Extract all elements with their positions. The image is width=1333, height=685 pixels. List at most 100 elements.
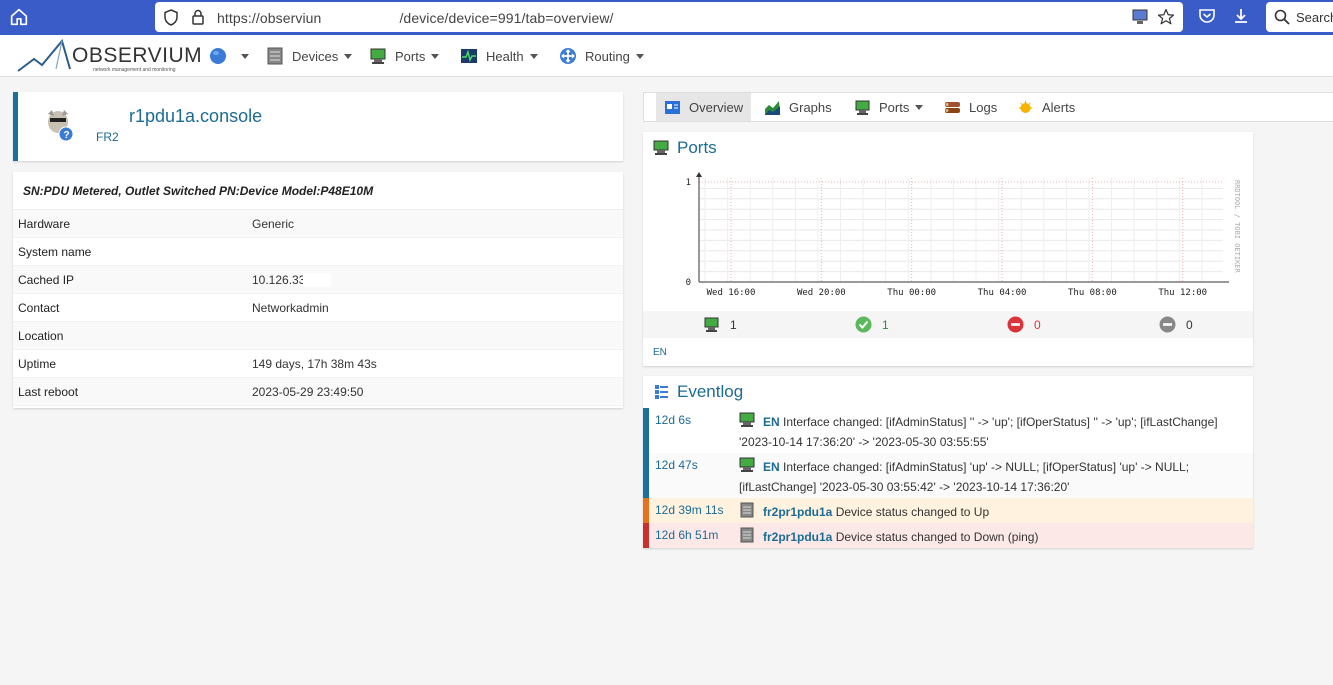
nav-ports-label: Ports bbox=[395, 48, 426, 64]
tab-ports-label: Ports bbox=[879, 99, 910, 115]
routing-icon bbox=[560, 48, 576, 64]
x-tick-label: Thu 00:00 bbox=[887, 288, 936, 298]
ports-down-count: 0 bbox=[1034, 317, 1041, 332]
ports-total-count: 1 bbox=[730, 317, 737, 332]
lock-icon[interactable] bbox=[191, 9, 205, 25]
download-icon[interactable] bbox=[1232, 7, 1250, 25]
event-message: EN Interface changed: [ifAdminStatus] 'u… bbox=[739, 457, 1239, 497]
shield-icon[interactable] bbox=[163, 9, 179, 26]
severity-bar bbox=[643, 523, 649, 548]
device-hostname[interactable]: r1pdu1a.console bbox=[129, 106, 262, 127]
eventlog-title[interactable]: Eventlog bbox=[653, 382, 743, 402]
nav-routing-label: Routing bbox=[585, 48, 630, 64]
device-description: SN:PDU Metered, Outlet Switched PN:Devic… bbox=[13, 172, 623, 210]
event-time: 12d 39m 11s bbox=[655, 503, 724, 517]
event-entity-link[interactable]: EN bbox=[763, 415, 780, 429]
tab-graphs[interactable]: Graphs bbox=[756, 93, 840, 121]
tab-overview[interactable]: Overview bbox=[656, 93, 752, 121]
ports-disabled-stat[interactable]: 0 bbox=[1159, 316, 1193, 333]
device-header: ? r1pdu1a.console FR2 bbox=[13, 92, 623, 161]
x-tick-label: Thu 12:00 bbox=[1158, 288, 1207, 298]
network-port-icon bbox=[370, 48, 386, 64]
x-tick-label: Wed 16:00 bbox=[707, 288, 756, 298]
overview-icon bbox=[665, 100, 680, 114]
info-label: Hardware bbox=[18, 216, 71, 231]
nav-routing-menu[interactable]: Routing bbox=[559, 45, 644, 67]
pocket-icon[interactable] bbox=[1198, 7, 1216, 25]
tab-graphs-label: Graphs bbox=[789, 99, 832, 115]
event-time: 12d 6s bbox=[655, 413, 692, 427]
browser-search-box[interactable]: Search bbox=[1266, 2, 1333, 32]
x-tick-label: Wed 20:00 bbox=[797, 288, 846, 298]
ports-traffic-graph[interactable]: Wed 16:00 Wed 20:00 Thu 00:00 Thu 04:00 Thu … bbox=[643, 166, 1253, 306]
eventlog-row: 12d 6h 51m fr2pr1pdu1a Device status cha… bbox=[643, 523, 1253, 548]
event-message: fr2pr1pdu1a Device status changed to Dow… bbox=[739, 527, 1239, 547]
tab-overview-label: Overview bbox=[689, 99, 744, 115]
info-value: Networkadmin bbox=[252, 300, 329, 315]
url-text: https://observiun/device/device=991/tab=… bbox=[217, 9, 614, 26]
nav-health-label: Health bbox=[486, 48, 524, 64]
tab-alerts-label: Alerts bbox=[1042, 99, 1076, 115]
port-link-en[interactable]: EN bbox=[653, 347, 667, 358]
reader-view-icon[interactable] bbox=[1131, 8, 1149, 26]
nav-ports-menu[interactable]: Ports bbox=[369, 45, 440, 67]
info-row-system-name: System name bbox=[13, 238, 623, 266]
event-message: EN Interface changed: [ifAdminStatus] ''… bbox=[739, 412, 1239, 452]
svg-text:?: ? bbox=[64, 130, 70, 141]
bookmark-star-icon[interactable] bbox=[1157, 8, 1175, 26]
nav-health-menu[interactable]: Health bbox=[460, 45, 538, 67]
search-placeholder: Search bbox=[1296, 10, 1333, 25]
event-text: Device status changed to Down (ping) bbox=[835, 530, 1039, 544]
network-port-icon bbox=[653, 140, 669, 155]
info-label: Uptime bbox=[18, 356, 57, 371]
info-row-last-reboot: Last reboot 2023-05-29 23:49:50 bbox=[13, 378, 623, 406]
event-entity-link[interactable]: fr2pr1pdu1a bbox=[763, 530, 832, 544]
server-icon bbox=[267, 47, 283, 65]
severity-bar bbox=[643, 453, 649, 498]
home-icon[interactable] bbox=[8, 6, 30, 28]
ports-disabled-count: 0 bbox=[1186, 317, 1193, 332]
event-text: Interface changed: [ifAdminStatus] 'up' … bbox=[739, 460, 1190, 494]
ports-panel: Ports Wed 16:00 Wed 20:00 Thu 00:00 Thu 04:… bbox=[643, 132, 1253, 366]
network-port-icon bbox=[855, 100, 870, 115]
network-port-icon bbox=[704, 317, 719, 332]
nav-globe-menu[interactable] bbox=[209, 45, 249, 67]
eventlog-panel: Eventlog 12d 6s EN Interface changed: [i… bbox=[643, 376, 1253, 548]
ports-stats-bar: 1 1 0 0 bbox=[643, 311, 1253, 338]
info-label: System name bbox=[18, 244, 92, 259]
search-icon bbox=[1274, 9, 1290, 25]
info-value: 10.126.33. bbox=[252, 272, 309, 287]
chevron-down-icon bbox=[635, 53, 644, 59]
ports-total-stat[interactable]: 1 bbox=[703, 316, 737, 333]
event-text: Interface changed: [ifAdminStatus] '' ->… bbox=[739, 415, 1218, 449]
eventlog-row: 12d 6s EN Interface changed: [ifAdminSta… bbox=[643, 408, 1253, 453]
ports-up-stat[interactable]: 1 bbox=[855, 316, 889, 333]
device-info-panel: SN:PDU Metered, Outlet Switched PN:Devic… bbox=[13, 172, 623, 408]
event-entity-link[interactable]: fr2pr1pdu1a bbox=[763, 505, 832, 519]
tab-logs[interactable]: Logs bbox=[936, 93, 1005, 121]
minus-circle-gray-icon bbox=[1159, 316, 1176, 333]
ports-down-stat[interactable]: 0 bbox=[1007, 316, 1041, 333]
event-entity-link[interactable]: EN bbox=[763, 460, 780, 474]
browser-toolbar: https://observiun/device/device=991/tab=… bbox=[0, 0, 1333, 35]
ports-panel-title[interactable]: Ports bbox=[653, 138, 717, 158]
chevron-down-icon bbox=[431, 53, 440, 59]
severity-bar bbox=[643, 408, 649, 453]
logo-text: OBSERVIUM bbox=[72, 44, 203, 67]
nav-devices-menu[interactable]: Devices bbox=[266, 45, 353, 67]
device-location[interactable]: FR2 bbox=[96, 130, 119, 144]
nav-devices-label: Devices bbox=[292, 48, 339, 64]
eventlog-title-text: Eventlog bbox=[677, 382, 744, 401]
info-row-contact: Contact Networkadmin bbox=[13, 294, 623, 322]
tab-ports[interactable]: Ports bbox=[846, 93, 931, 121]
url-suffix: /device/device=991/tab=overview/ bbox=[399, 10, 614, 26]
tab-alerts[interactable]: Alerts bbox=[1009, 93, 1083, 121]
check-circle-icon bbox=[855, 316, 872, 333]
ports-title-text: Ports bbox=[677, 138, 717, 157]
address-bar[interactable]: https://observiun/device/device=991/tab=… bbox=[155, 2, 1183, 32]
observium-logo[interactable]: OBSERVIUM network management and monitor… bbox=[16, 39, 202, 73]
graph-icon bbox=[765, 100, 780, 115]
severity-bar bbox=[643, 498, 649, 523]
info-row-uptime: Uptime 149 days, 17h 38m 43s bbox=[13, 350, 623, 378]
tab-logs-label: Logs bbox=[969, 99, 998, 115]
